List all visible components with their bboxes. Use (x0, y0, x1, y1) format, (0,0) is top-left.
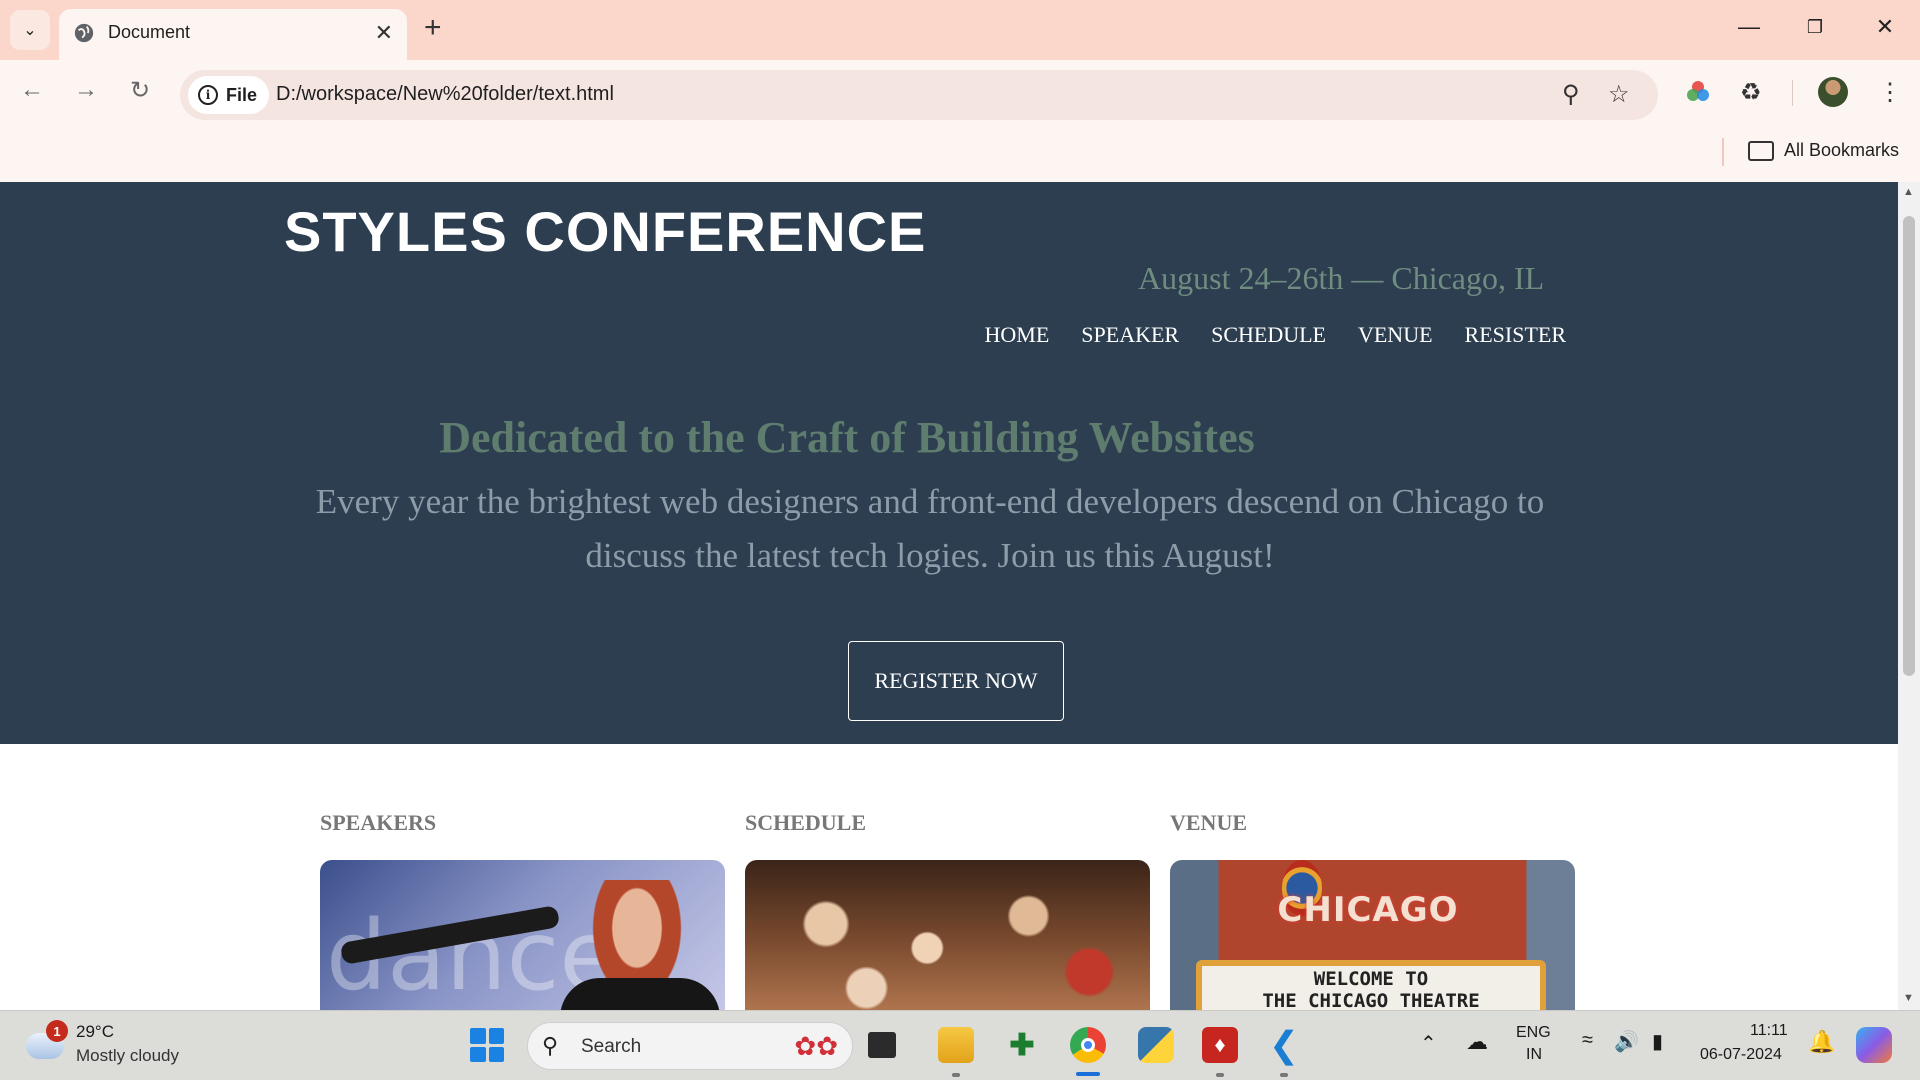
file-explorer-icon[interactable] (938, 1027, 974, 1063)
windows-taskbar: 1 29°C Mostly cloudy ⚲ Search ✿✿ ✚ ♦ ❮ ⌃… (0, 1010, 1920, 1080)
profile-avatar[interactable] (1818, 77, 1848, 107)
section-label-venue: VENUE (1170, 810, 1248, 835)
acrobat-running-indicator (1216, 1073, 1224, 1077)
marquee-line-2: THE CHICAGO THEATRE (1262, 990, 1480, 1010)
nav-schedule[interactable]: SCHEDULE (1211, 322, 1326, 348)
clock-time[interactable]: 11:11 (1750, 1022, 1788, 1040)
nav-speaker[interactable]: SPEAKER (1081, 322, 1179, 348)
toolbar-divider (1792, 80, 1793, 106)
forward-button[interactable]: → (68, 76, 104, 104)
folder-icon[interactable] (1748, 141, 1774, 161)
chrome-icon[interactable] (1070, 1027, 1106, 1063)
wifi-icon[interactable]: ≈ (1582, 1029, 1593, 1052)
vscode-running-indicator (1280, 1073, 1288, 1077)
file-label: File (226, 84, 258, 105)
green-app-icon[interactable]: ✚ (1004, 1027, 1040, 1063)
main-nav: HOME SPEAKER SCHEDULE VENUE RESISTER (985, 322, 1566, 348)
tab-title: Document (108, 22, 191, 42)
menu-kebab-icon[interactable]: ⋮ (1878, 78, 1902, 107)
search-placeholder: Search (581, 1036, 642, 1057)
scroll-up-arrow-icon[interactable]: ▲ (1903, 186, 1914, 198)
chicago-marquee-letters: CHICAGO (1277, 890, 1459, 930)
chevron-up-icon[interactable]: ⌃ (1420, 1031, 1437, 1056)
address-bar[interactable]: i File D:/workspace/New%20folder/text.ht… (180, 70, 1658, 120)
site-info-chip[interactable]: i File (188, 76, 270, 114)
weather-temp[interactable]: 29°C (76, 1022, 114, 1042)
globe-icon (74, 23, 94, 43)
hero-section: STYLES CONFERENCE August 24–26th — Chica… (0, 182, 1898, 744)
volume-icon[interactable]: 🔊 (1614, 1029, 1639, 1054)
browser-toolbar: ← → ↻ i File D:/workspace/New%20folder/t… (0, 60, 1920, 128)
register-now-button[interactable]: REGISTER NOW (848, 641, 1064, 721)
weather-badge: 1 (46, 1020, 68, 1042)
language-bottom[interactable]: IN (1526, 1046, 1542, 1064)
acrobat-icon[interactable]: ♦ (1202, 1027, 1238, 1063)
notification-bell-icon[interactable]: 🔔 (1808, 1029, 1835, 1055)
reload-button[interactable]: ↻ (122, 76, 158, 105)
task-view-icon[interactable] (868, 1032, 896, 1058)
bookmarks-bar: All Bookmarks (0, 128, 1920, 182)
close-window-button[interactable]: ✕ (1870, 14, 1900, 40)
bookmark-star-icon[interactable]: ☆ (1608, 80, 1630, 109)
explorer-running-indicator (952, 1073, 960, 1077)
marquee-board: WELCOME TO THE CHICAGO THEATRE (1196, 960, 1546, 1010)
chevron-down-icon: ⌄ (23, 22, 37, 39)
close-tab-icon[interactable]: ✕ (375, 20, 393, 46)
tab-search-button[interactable]: ⌄ (10, 10, 50, 50)
section-label-schedule: SCHEDULE (745, 810, 867, 835)
new-tab-button[interactable]: + (424, 13, 442, 43)
speakers-image[interactable]: dance (320, 860, 725, 1010)
nav-register[interactable]: RESISTER (1465, 322, 1566, 348)
vscode-icon[interactable]: ❮ (1266, 1024, 1302, 1065)
info-icon: i (198, 85, 218, 105)
copilot-icon[interactable] (1856, 1027, 1892, 1063)
clock-date[interactable]: 06-07-2024 (1700, 1046, 1782, 1064)
hero-title: Dedicated to the Craft of Building Websi… (439, 413, 1255, 462)
search-icon: ⚲ (542, 1033, 559, 1058)
color-extension-icon[interactable] (1686, 80, 1710, 104)
chrome-active-indicator (1076, 1072, 1100, 1076)
scroll-down-arrow-icon[interactable]: ▼ (1903, 992, 1914, 1004)
zoom-icon[interactable]: ⚲ (1562, 80, 1580, 109)
windows-start-icon[interactable] (470, 1028, 504, 1062)
onedrive-cloud-icon[interactable]: ☁ (1466, 1029, 1488, 1055)
url-text[interactable]: D:/workspace/New%20folder/text.html (276, 83, 614, 106)
nav-home[interactable]: HOME (985, 322, 1050, 348)
browser-tab[interactable]: Document ✕ (59, 9, 407, 60)
bookmarks-divider (1722, 138, 1724, 166)
extensions-puzzle-icon[interactable]: ♻ (1740, 78, 1762, 107)
nav-venue[interactable]: VENUE (1358, 322, 1433, 348)
section-label-speakers: SPEAKERS (320, 810, 437, 835)
roses-icon: ✿✿ (794, 1031, 838, 1061)
weather-condition[interactable]: Mostly cloudy (76, 1046, 179, 1066)
speaker-body (560, 978, 720, 1010)
site-logo[interactable]: STYLES CONFERENCE (284, 199, 926, 264)
language-top[interactable]: ENG (1516, 1024, 1551, 1042)
marquee-line-1: WELCOME TO (1313, 968, 1429, 990)
venue-image[interactable]: CHICAGO WELCOME TO THE CHICAGO THEATRE (1170, 860, 1575, 1010)
minimize-button[interactable]: — (1734, 14, 1764, 40)
python-icon[interactable] (1138, 1027, 1174, 1063)
schedule-image[interactable] (745, 860, 1150, 1010)
page-scrollbar[interactable]: ▲ ▼ (1898, 182, 1920, 1010)
battery-icon[interactable]: ▮ (1652, 1029, 1663, 1054)
hero-description: Every year the brightest web designers a… (315, 482, 1545, 575)
event-tagline: August 24–26th — Chicago, IL (1138, 260, 1545, 296)
page-viewport: STYLES CONFERENCE August 24–26th — Chica… (0, 182, 1898, 1010)
scroll-thumb[interactable] (1903, 216, 1915, 676)
back-button[interactable]: ← (14, 76, 50, 104)
all-bookmarks-link[interactable]: All Bookmarks (1784, 140, 1899, 161)
restore-button[interactable]: ❐ (1800, 17, 1830, 38)
tab-bar: ⌄ Document ✕ + — ❐ ✕ (0, 0, 1920, 60)
taskbar-search[interactable]: ⚲ Search ✿✿ (527, 1022, 853, 1070)
